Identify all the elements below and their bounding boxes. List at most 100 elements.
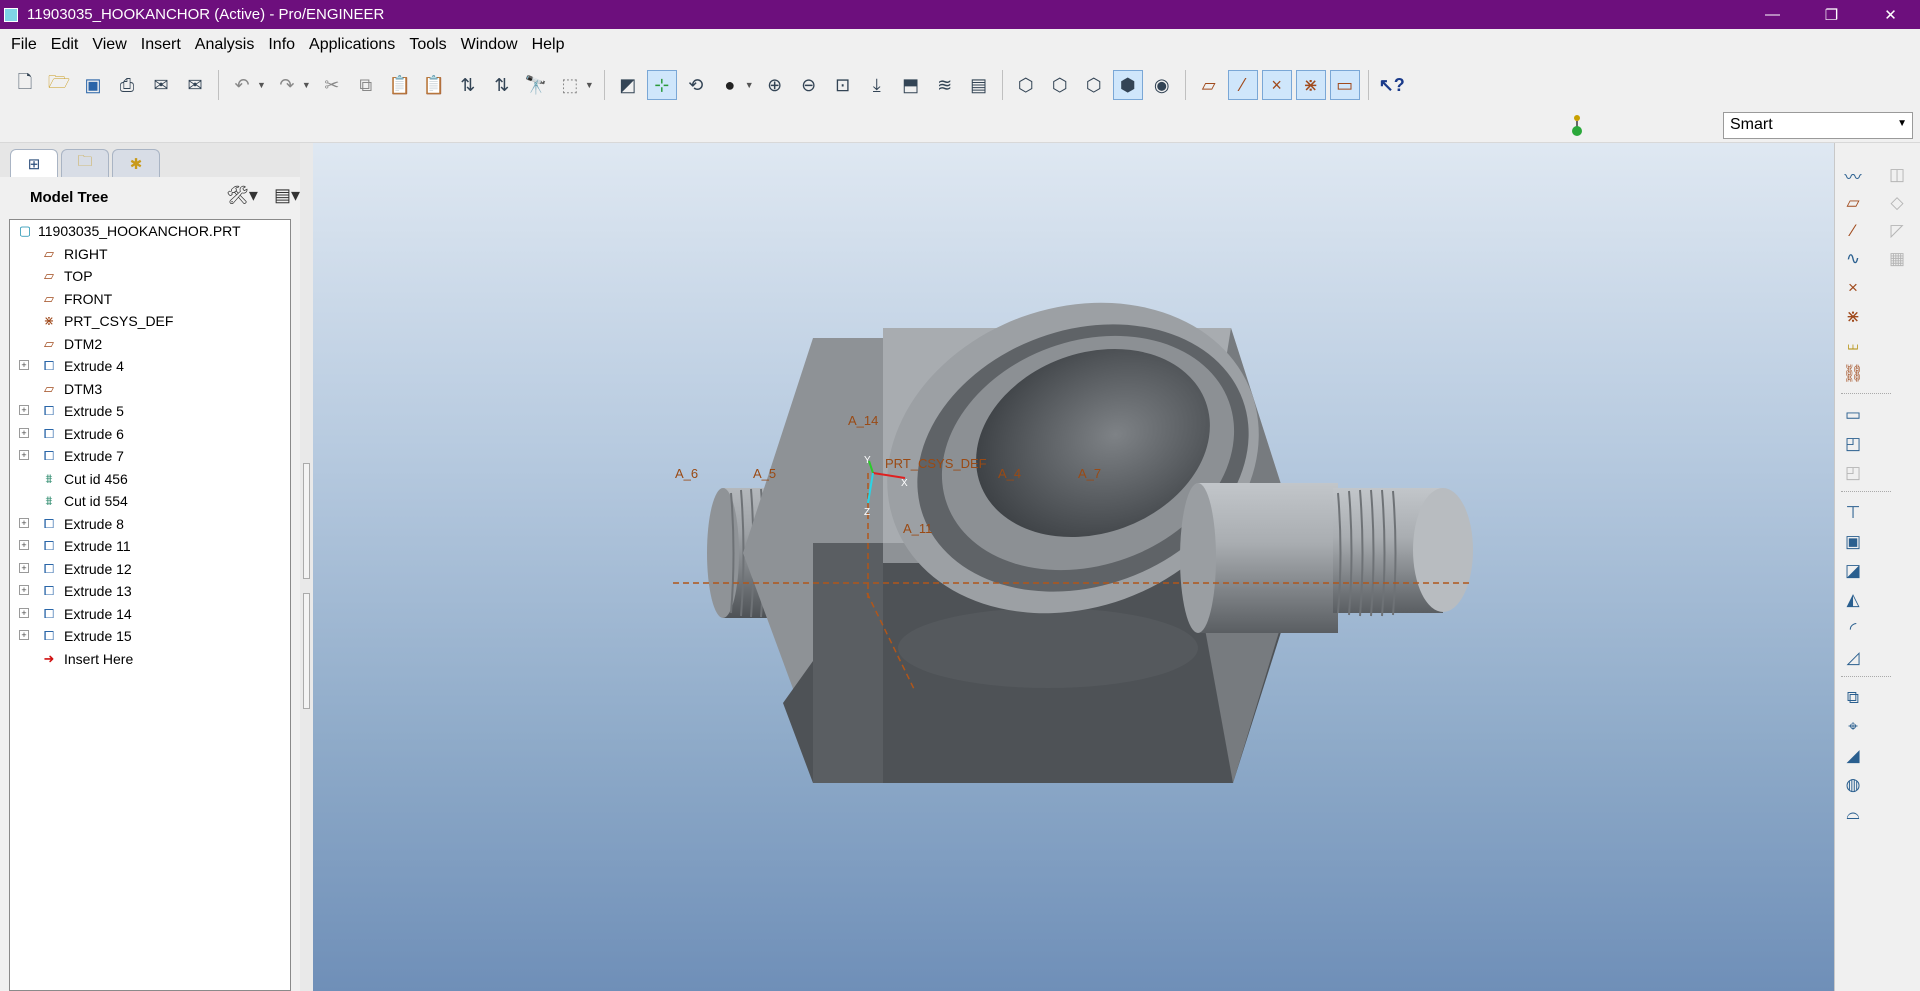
minimize-button[interactable]: —: [1743, 0, 1802, 29]
no-hidden-icon[interactable]: ⬡: [1079, 70, 1109, 100]
menu-edit[interactable]: Edit: [44, 36, 86, 54]
annotation-display-icon[interactable]: ▭: [1329, 70, 1360, 100]
undo-icon[interactable]: ↶: [227, 70, 257, 100]
pattern-tool-icon[interactable]: ⧉: [1839, 684, 1867, 712]
refit-icon[interactable]: ⊡: [828, 70, 858, 100]
expand-icon[interactable]: +: [19, 405, 29, 415]
mirror-tool-icon[interactable]: ⌖: [1839, 713, 1867, 741]
tree-item[interactable]: ⩩ Cut id 554: [10, 490, 290, 513]
tree-item[interactable]: + ⧠ Extrude 15: [10, 625, 290, 648]
expand-icon[interactable]: +: [19, 360, 29, 370]
sketched-datum-curve-icon[interactable]: 〰: [1839, 161, 1867, 189]
tree-item[interactable]: + ⧠ Extrude 7: [10, 445, 290, 468]
zoom-out-icon[interactable]: ⊖: [794, 70, 824, 100]
layers-icon[interactable]: ≋: [930, 70, 960, 100]
spin-center-icon[interactable]: ⊹: [646, 70, 677, 100]
datum-point-icon[interactable]: ×: [1839, 274, 1867, 302]
selection-filter-dropdown[interactable]: Smart ▼: [1723, 112, 1913, 139]
orient-mode-icon[interactable]: ⟲: [681, 70, 711, 100]
tree-item[interactable]: ▱ TOP: [10, 265, 290, 288]
tree-item[interactable]: ▢ 11903035_HOOKANCHOR.PRT: [10, 220, 290, 243]
expand-icon[interactable]: +: [19, 607, 29, 618]
model-tree-tab[interactable]: ⊞: [10, 149, 58, 177]
folder-browser-tab[interactable]: 🗀: [61, 149, 109, 177]
expand-icon[interactable]: +: [19, 630, 29, 640]
shading-icon[interactable]: ⬢: [1112, 70, 1143, 100]
revolve-tool-icon[interactable]: ◰: [1839, 430, 1867, 458]
regen-manager-icon[interactable]: ⇅: [487, 70, 517, 100]
navigator-splitter[interactable]: [300, 143, 313, 991]
print-icon[interactable]: ⎙: [112, 70, 142, 100]
insert-reference-icon[interactable]: ⛓: [1839, 360, 1867, 388]
menu-help[interactable]: Help: [525, 36, 572, 54]
trim-icon[interactable]: ◇: [1883, 189, 1911, 217]
tree-item[interactable]: ⋇ PRT_CSYS_DEF: [10, 310, 290, 333]
tree-item[interactable]: ▱ DTM3: [10, 378, 290, 401]
menu-info[interactable]: Info: [261, 36, 302, 54]
close-button[interactable]: ✕: [1861, 0, 1920, 29]
repaint-icon[interactable]: ◩: [613, 70, 643, 100]
reorient-icon[interactable]: ⤓: [862, 70, 892, 100]
tree-item[interactable]: + ⧠ Extrude 4: [10, 355, 290, 378]
find-icon[interactable]: 🔭: [521, 70, 551, 100]
datum-plane-icon[interactable]: ▱: [1839, 189, 1867, 217]
tree-item[interactable]: + ⧠ Extrude 6: [10, 423, 290, 446]
saved-views-icon[interactable]: ⬒: [896, 70, 926, 100]
select-box-icon[interactable]: ⬚: [555, 70, 585, 100]
redo-icon[interactable]: ↷: [272, 70, 302, 100]
expand-icon[interactable]: +: [19, 562, 29, 573]
regenerate-icon[interactable]: ⇅: [453, 70, 483, 100]
paste-special-icon[interactable]: 📋: [419, 70, 449, 100]
wireframe-icon[interactable]: ⬡: [1011, 70, 1041, 100]
context-help-icon[interactable]: ↖?: [1377, 70, 1407, 100]
point-display-icon[interactable]: ×: [1261, 70, 1292, 100]
expand-icon[interactable]: +: [19, 585, 29, 595]
tree-item[interactable]: + ⧠ Extrude 12: [10, 558, 290, 581]
graphics-window[interactable]: A_14 A_6 A_5 A_4 A_7 A_11 PRT_CSYS_DEF Y…: [313, 143, 1834, 991]
datum-csys-icon[interactable]: ⋇: [1839, 303, 1867, 331]
tree-item[interactable]: ⩩ Cut id 456: [10, 468, 290, 491]
expand-icon[interactable]: +: [19, 517, 29, 528]
tree-settings-icon[interactable]: 🛠▾: [226, 185, 258, 206]
fill-icon[interactable]: ▦: [1883, 245, 1911, 273]
tree-item[interactable]: + ⧠ Extrude 5: [10, 400, 290, 423]
undo-dropdown-icon[interactable]: ▼: [257, 80, 266, 90]
menu-tools[interactable]: Tools: [402, 36, 453, 54]
datum-curve-icon[interactable]: ∿: [1839, 245, 1867, 273]
tree-item[interactable]: + ⧠ Extrude 13: [10, 580, 290, 603]
merge-icon[interactable]: ◫: [1883, 161, 1911, 189]
select-dropdown-icon[interactable]: ▼: [585, 80, 594, 90]
tree-item[interactable]: ▱ FRONT: [10, 288, 290, 311]
expand-icon[interactable]: +: [19, 427, 29, 438]
splitter-grip[interactable]: [303, 593, 310, 709]
csys-display-icon[interactable]: ⋇: [1295, 70, 1326, 100]
tree-item[interactable]: ▱ RIGHT: [10, 243, 290, 266]
rib-tool-icon[interactable]: ◪: [1839, 557, 1867, 585]
shell-tool-icon[interactable]: ▣: [1839, 528, 1867, 556]
menu-view[interactable]: View: [85, 36, 133, 54]
menu-window[interactable]: Window: [454, 36, 525, 54]
datum-axis-icon[interactable]: ⁄: [1839, 217, 1867, 245]
enhanced-realism-icon[interactable]: ◉: [1147, 70, 1177, 100]
extrude-tool-icon[interactable]: ▭: [1839, 401, 1867, 429]
favorites-tab[interactable]: ✱: [112, 149, 160, 177]
email-link-icon[interactable]: ✉: [180, 70, 210, 100]
warp-tool-icon[interactable]: ◍: [1839, 771, 1867, 799]
offset-tool-icon[interactable]: ◢: [1839, 742, 1867, 770]
email-icon[interactable]: ✉: [146, 70, 176, 100]
save-icon[interactable]: ▣: [78, 70, 108, 100]
boundary-blend-icon[interactable]: ⌓: [1839, 800, 1867, 828]
expand-icon[interactable]: +: [19, 450, 29, 460]
open-icon[interactable]: 🗁: [44, 70, 74, 100]
copy-icon[interactable]: ⧉: [351, 70, 381, 100]
datum-planes-display-icon[interactable]: ▱: [1194, 70, 1224, 100]
menu-applications[interactable]: Applications: [302, 36, 402, 54]
restore-button[interactable]: ❐: [1802, 0, 1861, 29]
appearance-icon[interactable]: ●: [715, 70, 745, 100]
chamfer-tool-icon[interactable]: ◿: [1839, 644, 1867, 672]
view-manager-icon[interactable]: ▤: [964, 70, 994, 100]
tree-item[interactable]: ➜ Insert Here: [10, 648, 290, 671]
analysis-feature-icon[interactable]: ⏙: [1839, 332, 1867, 360]
tree-item[interactable]: + ⧠ Extrude 14: [10, 603, 290, 626]
draft-tool-icon[interactable]: ◭: [1839, 586, 1867, 614]
